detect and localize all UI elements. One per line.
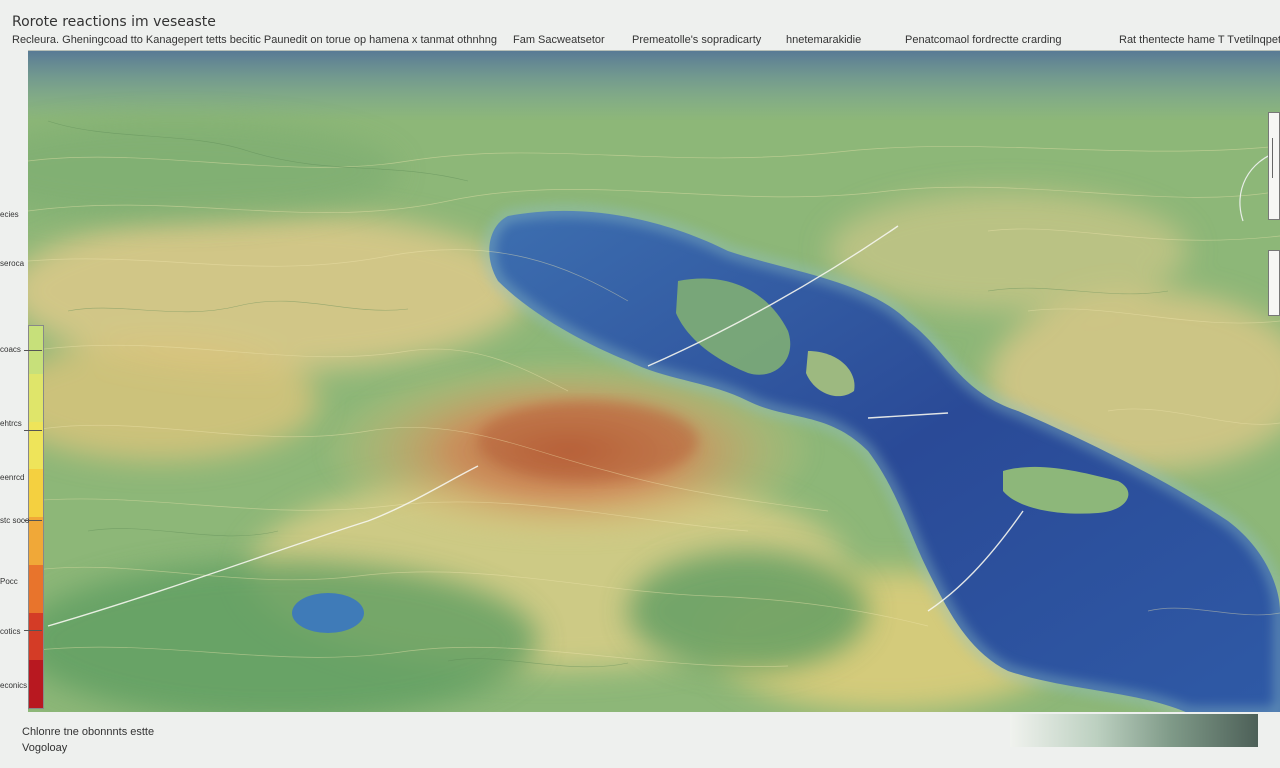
caption-line: Chlonre tne obonnnts estte xyxy=(22,726,155,738)
map-title: Rorote reactions im veseaste xyxy=(12,14,216,30)
subheader-label: Rat thentecte hame T Tvetilnqpeti xyxy=(1119,34,1280,46)
legend-label: cotics xyxy=(0,627,21,636)
legend-label: ehtrcs xyxy=(0,419,22,428)
color-legend-bar xyxy=(28,325,44,709)
map-subheader: Recleura. Gheningcoad tto Kanagepert tet… xyxy=(0,34,1280,48)
legend-tick xyxy=(24,630,42,631)
legend-swatch xyxy=(29,564,43,613)
terrain-map[interactable] xyxy=(28,50,1280,712)
legend-swatch xyxy=(29,612,43,661)
subheader-label: Premeatolle's sopradicarty xyxy=(632,34,762,46)
legend-label: econics xyxy=(0,681,28,690)
legend-tick xyxy=(24,520,42,521)
map-scroll-handle[interactable] xyxy=(1268,112,1280,220)
legend-label: ecies xyxy=(0,210,19,219)
caption-line: Vogoloay xyxy=(22,742,68,754)
subheader-label: Fam Sacweatsetor xyxy=(513,34,605,46)
legend-label: seroca xyxy=(0,259,25,268)
map-caption: Chlonre tne obonnnts estte Vogoloay xyxy=(22,724,154,756)
subheader-label: Penatcomaol fordrectte crarding xyxy=(905,34,1062,46)
legend-tick xyxy=(24,430,42,431)
legend-swatch xyxy=(29,373,43,422)
subheader-label: hnetemarakidie xyxy=(786,34,862,46)
gradient-scale-bar xyxy=(1010,714,1258,747)
legend-swatch xyxy=(29,517,43,565)
legend-label: Pocc xyxy=(0,577,18,586)
terrain-map-canvas xyxy=(28,51,1280,712)
horizon-haze xyxy=(28,51,1280,121)
subheader-label: Recleura. Gheningcoad tto Kanagepert tet… xyxy=(12,34,497,46)
legend-label: coacs xyxy=(0,345,21,354)
legend-tick xyxy=(24,350,42,351)
legend-swatch xyxy=(29,660,43,708)
legend-swatch xyxy=(29,469,43,517)
map-zoom-handle[interactable] xyxy=(1268,250,1280,316)
legend-label: eenrcd xyxy=(0,473,25,482)
legend-swatch xyxy=(29,421,43,470)
